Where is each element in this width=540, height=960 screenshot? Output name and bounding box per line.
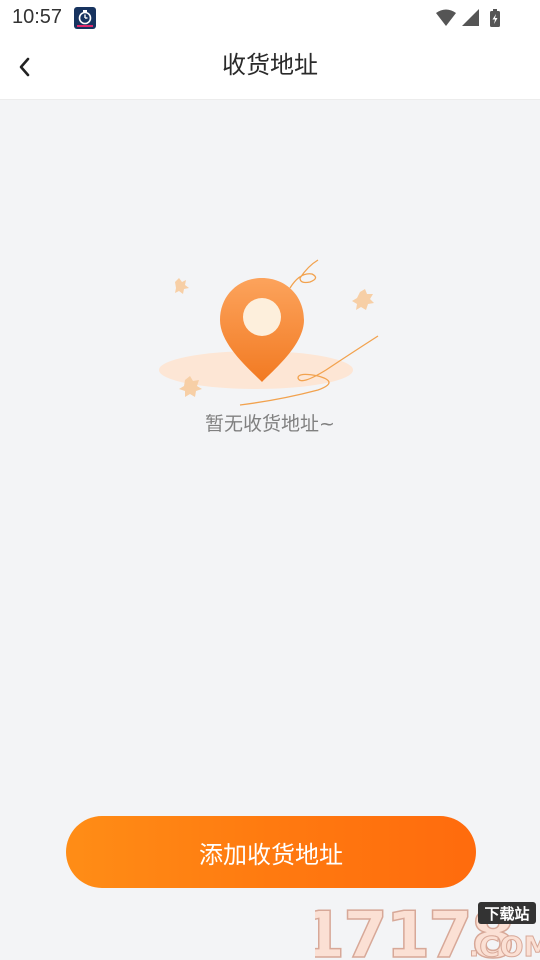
watermark-logo: 17178 下载站 .COM bbox=[315, 900, 540, 960]
back-button[interactable] bbox=[8, 50, 42, 84]
status-icons bbox=[436, 9, 500, 27]
wifi-icon bbox=[436, 9, 456, 26]
watermark-domain: .COM bbox=[469, 930, 540, 960]
header: 收货地址 bbox=[0, 36, 540, 100]
status-time: 10:57 bbox=[12, 6, 63, 28]
watermark-badge: 下载站 bbox=[484, 905, 529, 923]
add-address-button[interactable]: 添加收货地址 bbox=[66, 816, 476, 888]
empty-state-message: 暂无收货地址~ bbox=[205, 413, 335, 435]
empty-address-illustration bbox=[159, 259, 379, 406]
leaf-icon bbox=[175, 278, 189, 294]
chevron-left-icon bbox=[19, 57, 30, 77]
battery-charging-icon bbox=[490, 9, 500, 27]
app-notification-icon bbox=[74, 7, 96, 29]
leaf-icon bbox=[352, 289, 374, 310]
signal-icon bbox=[462, 9, 479, 26]
page-title: 收货地址 bbox=[222, 51, 318, 79]
status-bar: 10:57 bbox=[0, 0, 540, 36]
